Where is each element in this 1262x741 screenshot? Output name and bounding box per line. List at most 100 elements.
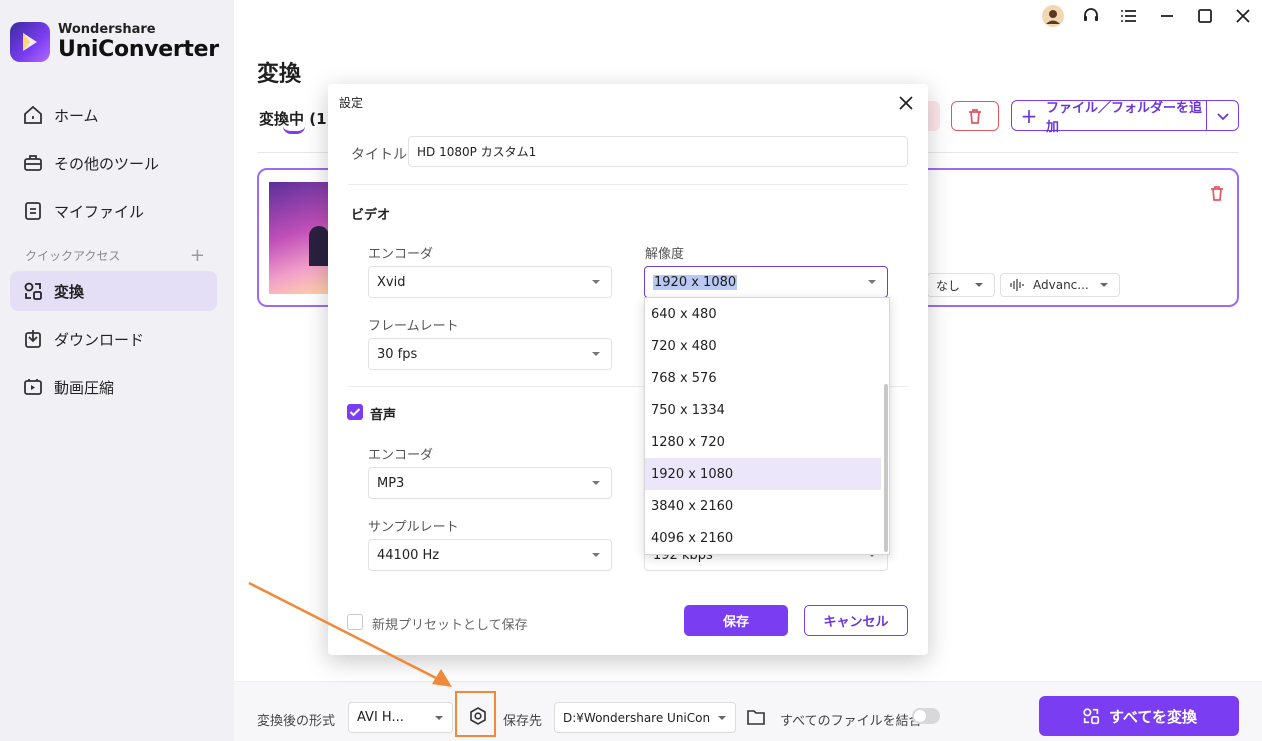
sidebar-item-label: その他のツール <box>54 154 160 173</box>
resolution-option[interactable]: 750 x 1334 <box>645 394 881 426</box>
audio-track-select[interactable]: Advanc... <box>1000 273 1120 297</box>
output-format-value: AVI H... <box>357 710 404 725</box>
menu-button[interactable] <box>1110 0 1148 32</box>
output-format-label: 変換後の形式 <box>257 714 336 729</box>
caret-down-icon <box>592 481 600 485</box>
caret-down-icon <box>592 280 600 284</box>
resolution-label: 解像度 <box>645 247 685 262</box>
audio-checkbox[interactable] <box>347 404 363 420</box>
dropdown-scrollbar[interactable] <box>884 384 888 552</box>
convert-all-button[interactable]: すべてを変換 <box>1039 696 1239 736</box>
add-files-button[interactable]: + ファイル／フォルダーを追加 <box>1011 100 1239 135</box>
file-icon <box>25 202 41 220</box>
trash-icon <box>1211 186 1223 201</box>
avatar-icon <box>1042 5 1064 27</box>
tab-underline <box>283 126 305 134</box>
video-encoder-select[interactable]: Xvid <box>368 266 612 298</box>
samplerate-select[interactable]: 44100 Hz <box>368 539 612 571</box>
merge-files-label: すべてのファイルを結合 <box>780 714 922 729</box>
download-icon <box>25 330 41 348</box>
close-window-button[interactable] <box>1224 0 1262 32</box>
save-preset-checkbox[interactable] <box>347 614 363 630</box>
trash-icon <box>969 109 981 124</box>
save-to-value: D:¥Wondershare UniCon <box>563 710 711 725</box>
sidebar-item-label: 動画圧縮 <box>54 378 115 397</box>
compress-icon <box>24 379 42 395</box>
uniconverter-logo-icon <box>10 22 50 62</box>
save-to-select[interactable]: D:¥Wondershare UniCon <box>554 702 736 733</box>
convert-icon <box>24 282 42 300</box>
sidebar-item-my-files[interactable]: マイファイル <box>10 191 217 231</box>
resolution-option[interactable]: 3840 x 2160 <box>645 490 881 522</box>
resolution-option-selected[interactable]: 1920 x 1080 <box>645 458 881 490</box>
caret-down-icon <box>1100 283 1108 287</box>
merge-files-toggle[interactable] <box>912 708 940 724</box>
add-files-label: ファイル／フォルダーを追加 <box>1046 100 1203 135</box>
quick-access-header: クイックアクセス + <box>25 245 205 266</box>
minimize-icon <box>1161 15 1173 17</box>
caret-down-icon <box>592 553 600 557</box>
sidebar-item-home[interactable]: ホーム <box>10 95 217 135</box>
delete-all-button[interactable] <box>951 101 999 131</box>
title-field[interactable]: HD 1080P カスタム1 <box>408 136 908 167</box>
delete-file-button[interactable] <box>1208 184 1226 206</box>
page-title: 変換 <box>257 62 302 87</box>
resolution-option[interactable]: 768 x 576 <box>645 362 881 394</box>
maximize-icon <box>1198 9 1212 23</box>
caret-down-icon <box>718 715 726 720</box>
folder-icon[interactable] <box>746 708 766 726</box>
sidebar-item-other-tools[interactable]: その他のツール <box>10 143 217 183</box>
audio-encoder-select[interactable]: MP3 <box>368 467 612 499</box>
window-controls <box>1034 0 1262 32</box>
resolution-dropdown-list: 640 x 480 720 x 480 768 x 576 750 x 1334… <box>644 297 890 555</box>
resolution-option[interactable]: 4096 x 2160 <box>645 522 881 554</box>
resolution-select[interactable]: 1920 x 1080 <box>644 266 888 298</box>
sidebar-item-convert[interactable]: 変換 <box>10 271 217 311</box>
menu-icon <box>1121 10 1136 22</box>
save-to-label: 保存先 <box>503 714 543 729</box>
samplerate-label: サンプルレート <box>368 520 459 535</box>
sidebar-item-compress[interactable]: 動画圧縮 <box>10 367 217 407</box>
account-button[interactable] <box>1034 0 1072 32</box>
cancel-button[interactable]: キャンセル <box>804 605 908 636</box>
support-button[interactable] <box>1072 0 1110 32</box>
audio-section-title: 音声 <box>370 408 397 423</box>
title-field-label: タイトル <box>351 147 407 163</box>
samplerate-value: 44100 Hz <box>377 547 440 563</box>
sidebar-item-download[interactable]: ダウンロード <box>10 319 217 359</box>
convert-icon <box>1083 708 1100 725</box>
convert-all-label: すべてを変換 <box>1108 707 1198 726</box>
video-section-title: ビデオ <box>351 208 391 223</box>
audio-track-value: Advanc... <box>1033 278 1089 292</box>
plus-icon: + <box>1020 103 1038 128</box>
framerate-select[interactable]: 30 fps <box>368 338 612 370</box>
waveform-icon <box>1010 279 1024 291</box>
format-settings-icon[interactable] <box>468 706 488 726</box>
maximize-button[interactable] <box>1186 0 1224 32</box>
toolbox-icon <box>24 155 42 171</box>
sidebar-item-label: マイファイル <box>54 202 145 221</box>
minimize-button[interactable] <box>1148 0 1186 32</box>
add-files-dropdown[interactable] <box>1206 101 1238 130</box>
close-icon[interactable] <box>898 95 914 111</box>
title-field-value: HD 1080P カスタム1 <box>417 145 537 159</box>
app-logo: Wondershare UniConverter <box>10 22 219 62</box>
output-format-select[interactable]: AVI H... <box>348 702 453 733</box>
sidebar-item-label: ホーム <box>54 106 99 125</box>
headset-icon <box>1084 8 1098 21</box>
save-button[interactable]: 保存 <box>684 605 788 636</box>
save-preset-label: 新規プリセットとして保存 <box>372 618 528 633</box>
resolution-option[interactable]: 640 x 480 <box>645 298 881 330</box>
resolution-option[interactable]: 1280 x 720 <box>645 426 881 458</box>
quick-access-label: クイックアクセス <box>25 249 121 263</box>
framerate-label: フレームレート <box>368 319 459 334</box>
sidebar: Wondershare UniConverter ホーム その他のツール マイフ… <box>0 0 234 741</box>
caret-down-icon <box>975 283 983 287</box>
close-icon <box>1236 9 1250 23</box>
subtitle-select[interactable]: なし <box>927 273 995 297</box>
brand-small: Wondershare <box>58 22 156 37</box>
resolution-option[interactable]: 720 x 480 <box>645 330 881 362</box>
add-quick-access-icon[interactable]: + <box>190 245 205 266</box>
video-thumbnail[interactable] <box>269 182 329 294</box>
subtitle-value: なし <box>936 278 961 293</box>
